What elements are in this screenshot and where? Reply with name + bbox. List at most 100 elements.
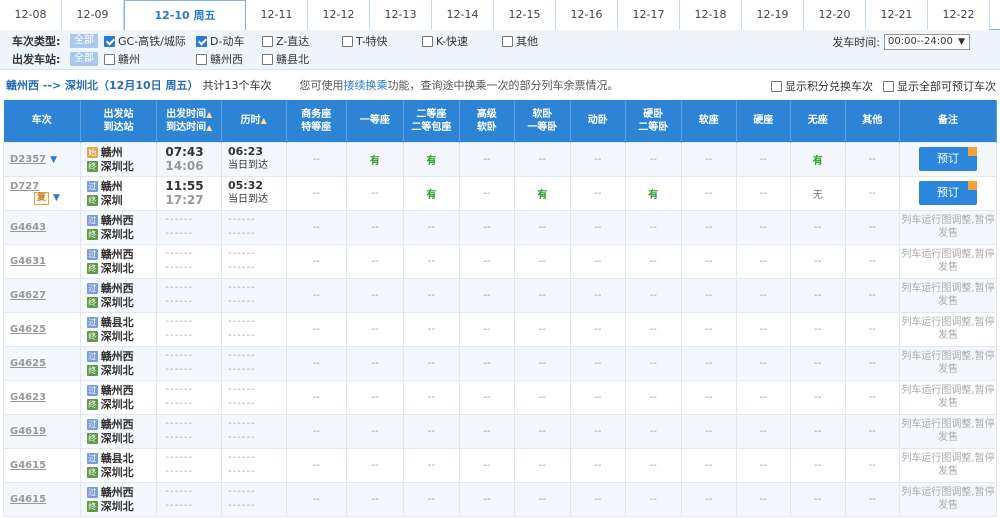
arrival-day: ------ [227,330,256,341]
to-station-name[interactable]: 深圳北 [101,328,134,344]
checkbox-icon[interactable] [104,35,115,47]
date-tab[interactable]: 12-16 [556,0,618,30]
train-number-link[interactable]: G4615 [10,494,46,505]
train-number-cell[interactable]: G4623 [3,379,81,415]
date-tab[interactable]: 12-18 [680,0,742,30]
to-station-name[interactable]: 深圳北 [101,498,134,514]
seat-availability[interactable]: 有 [790,141,846,177]
seat-availability[interactable]: 有 [402,175,461,211]
date-tab[interactable]: 12-09 [62,0,124,30]
seat-availability[interactable]: 有 [513,175,572,211]
checkbox-icon[interactable] [196,35,207,47]
filter-option[interactable]: Z-直达 [262,33,342,49]
checkbox-icon[interactable] [342,35,353,47]
date-tab[interactable]: 12-12 [308,0,370,30]
col-duration[interactable]: 历时▲ [221,100,287,142]
chevron-down-icon[interactable]: ▼ [50,155,57,165]
seat-availability: -- [285,141,348,177]
filter-option[interactable]: 赣州 [104,51,196,67]
seat-availability: -- [844,345,900,381]
points-trains-option[interactable]: 显示积分兑换车次 [771,78,873,94]
date-tab[interactable]: 12-10 周五 [124,0,246,31]
duration-value: 05:32 [227,179,263,192]
start-station-icon: 过 [86,316,98,328]
to-station-name[interactable]: 深圳北 [101,396,134,412]
train-number-cell[interactable]: G4615 [3,481,81,517]
all-bookable-option[interactable]: 显示全部可预订车次 [883,78,996,94]
to-station-name[interactable]: 深圳北 [101,464,134,480]
book-button[interactable]: 预订 [918,147,977,171]
train-number-cell[interactable]: G4631 [3,243,81,279]
date-tab[interactable]: 12-15 [494,0,556,30]
filter-option[interactable]: 赣县北 [262,51,342,67]
date-tab[interactable]: 12-08 [0,0,62,30]
train-number-link[interactable]: D727 [10,181,39,192]
seat-availability[interactable]: 有 [624,175,683,211]
train-number-link[interactable]: G4623 [10,392,46,403]
station-all-button[interactable]: 全部 [70,52,98,66]
book-button[interactable]: 预订 [918,181,977,205]
train-number-link[interactable]: G4625 [10,324,46,335]
col-times[interactable]: 出发时间▲ 到达时间▲ [156,100,222,142]
train-number-link[interactable]: D2357 [10,154,46,165]
date-tab[interactable]: 12-13 [370,0,432,30]
train-number-cell[interactable]: G4625 [3,345,81,381]
checkbox-icon[interactable] [771,80,782,92]
filter-option[interactable]: 赣州西 [196,51,262,67]
train-number-link[interactable]: G4619 [10,426,46,437]
filter-option[interactable]: T-特快 [342,33,422,49]
seat-availability[interactable]: 有 [402,141,461,177]
train-number-link[interactable]: G4625 [10,358,46,369]
to-station-name[interactable]: 深圳北 [101,430,134,446]
depart-time-select[interactable]: 00:00--24:00 ▼ [884,34,970,50]
date-tab[interactable]: 12-21 [866,0,928,30]
date-tab[interactable]: 12-20 [804,0,866,30]
checkbox-icon[interactable] [196,53,207,65]
checkbox-icon[interactable] [262,35,273,47]
to-station-name[interactable]: 深圳北 [101,158,134,174]
filter-option[interactable]: GC-高铁/城际 [104,33,196,49]
train-number-link[interactable]: G4631 [10,256,46,267]
train-number-link[interactable]: G4627 [10,290,46,301]
to-station-name[interactable]: 深圳北 [101,362,134,378]
hint-text-pre: 您可使用 [299,79,344,92]
duration-cell: ------ ------ [220,481,287,517]
checkbox-icon[interactable] [422,35,433,47]
train-number-cell[interactable]: G4615 [3,447,81,483]
checkbox-icon[interactable] [104,53,115,65]
to-station-name[interactable]: 深圳北 [101,294,134,310]
date-tab[interactable]: 12-19 [742,0,804,30]
start-station-icon: 过 [86,282,98,294]
train-number-cell[interactable]: D727 复 ▼ [3,175,81,211]
train-number-cell[interactable]: G4625 [3,311,81,347]
seat-availability: -- [844,141,900,177]
date-tab[interactable]: 12-11 [246,0,308,30]
seat-availability[interactable]: 有 [346,141,404,177]
train-number-link[interactable]: G4643 [10,222,46,233]
date-tab[interactable]: 12-14 [432,0,494,30]
transfer-link[interactable]: 接续换乘 [343,79,387,92]
to-station-name[interactable]: 深圳北 [101,226,134,242]
duration-cell: ------ ------ [220,277,287,313]
train-number-cell[interactable]: G4619 [3,413,81,449]
seat-availability: -- [790,379,846,415]
to-station-name[interactable]: 深圳 [101,192,123,208]
train-number-cell[interactable]: G4643 [3,209,81,245]
checkbox-icon[interactable] [262,53,273,65]
filter-option[interactable]: 其他 [502,33,562,49]
checkbox-icon[interactable] [502,35,513,47]
to-station-name[interactable]: 深圳北 [101,260,134,276]
chevron-down-icon[interactable]: ▼ [53,193,60,203]
filter-option[interactable]: D-动车 [196,33,262,49]
train-type-all-button[interactable]: 全部 [70,34,98,48]
train-number-link[interactable]: G4615 [10,460,46,471]
train-number-cell[interactable]: G4627 [3,277,81,313]
seat-availability: -- [402,447,461,483]
to-station: 终深圳北 [86,464,157,480]
stations-cell: 过赣州西终深圳北 [79,209,158,245]
filter-option[interactable]: K-快速 [422,33,502,49]
date-tab[interactable]: 12-17 [618,0,680,30]
train-number-cell[interactable]: D2357 ▼ [3,141,81,177]
checkbox-icon[interactable] [883,80,894,92]
date-tab[interactable]: 12-22 [928,0,990,30]
